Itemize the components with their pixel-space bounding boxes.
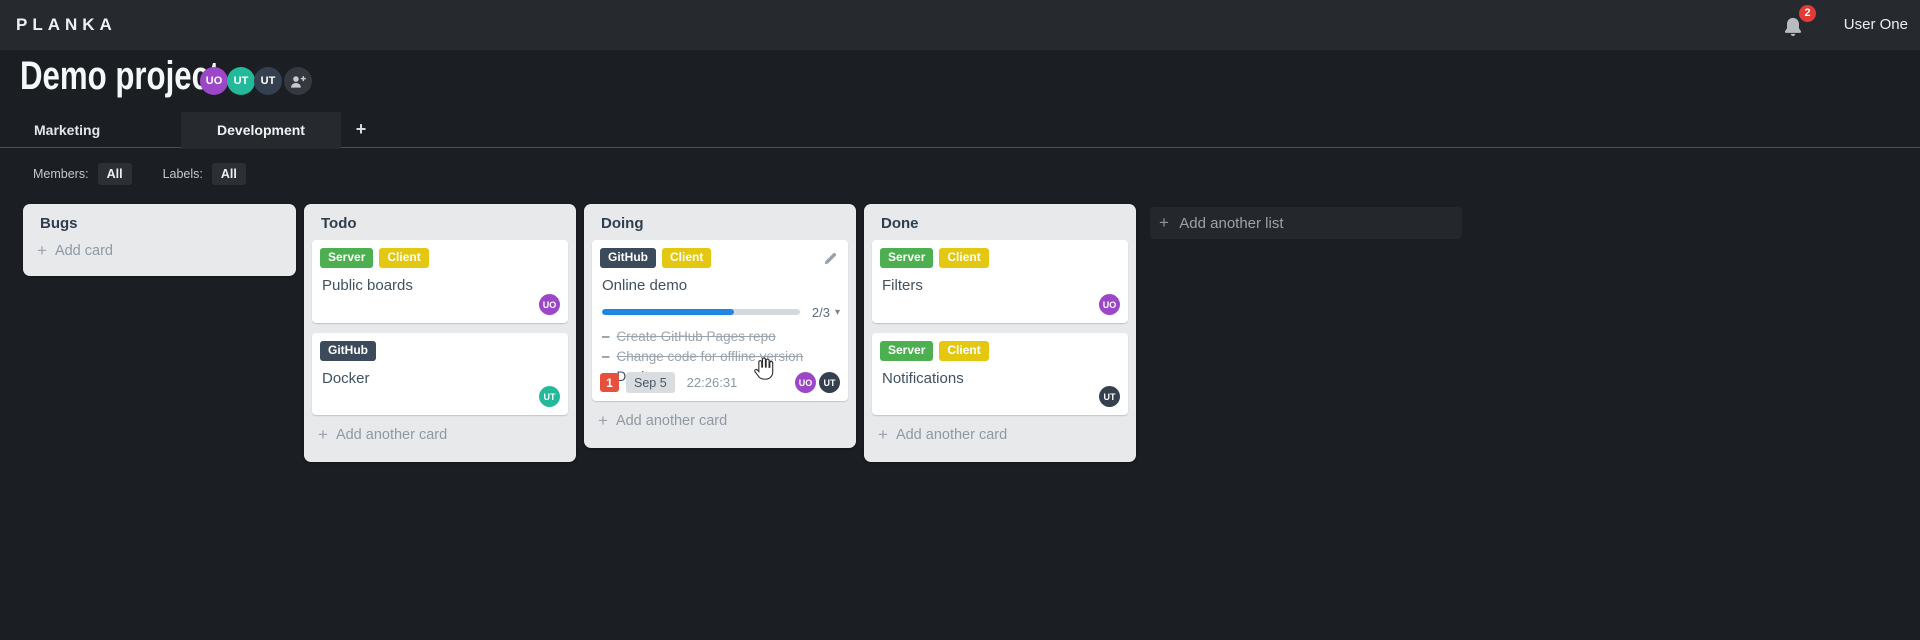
label-chip: Server [880, 341, 934, 361]
card-title: Docker [322, 369, 370, 387]
notifications-button[interactable]: 2 [1782, 5, 1816, 41]
user-menu[interactable]: User One [1844, 0, 1908, 50]
label-chip: Server [880, 248, 934, 268]
avatar[interactable]: UT [254, 67, 282, 95]
label-chip: GitHub [600, 248, 656, 268]
avatar[interactable]: UT [819, 372, 840, 393]
members-filter-label: Members: [33, 167, 89, 181]
plus-icon: + [37, 241, 47, 260]
card-labels: GitHub Client [600, 248, 840, 268]
task-item: – Create GitHub Pages repo [602, 327, 840, 347]
add-card-label: Add card [54, 243, 113, 259]
add-member-button[interactable] [284, 67, 312, 95]
add-board-button[interactable]: + [349, 112, 373, 148]
add-list-label: Add another list [1179, 215, 1284, 232]
members-filter-value[interactable]: All [97, 163, 132, 185]
card-members: UO [1099, 294, 1120, 315]
progress-bar [602, 309, 800, 316]
list-doing: Doing GitHub Client Online demo 2/3 ▾ – … [584, 204, 856, 448]
plus-icon: + [598, 411, 608, 430]
plus-icon: + [318, 425, 328, 444]
label-chip: Server [320, 248, 374, 268]
label-chip: GitHub [320, 341, 376, 361]
label-chip: Client [939, 341, 989, 361]
tab-development[interactable]: Development [181, 112, 341, 149]
card-title: Notifications [882, 369, 964, 387]
planka-logo: PLANKA [16, 15, 117, 34]
card-title: Online demo [602, 276, 688, 294]
plus-icon: + [1159, 213, 1169, 232]
card-labels: GitHub [320, 341, 560, 361]
list-bugs: Bugs + Add card [23, 204, 296, 276]
label-chip: Client [939, 248, 989, 268]
stopwatch-value[interactable]: 22:26:31 [687, 375, 738, 390]
card-labels: Server Client [880, 248, 1120, 268]
list-title[interactable]: Doing [601, 215, 848, 232]
card-title: Filters [882, 276, 923, 294]
card-members: UT [1099, 386, 1120, 407]
progress-count: 2/3 [811, 304, 830, 320]
board-tabs: Marketing Development + [0, 112, 1920, 149]
list-todo: Todo Server Client Public boards UO GitH… [304, 204, 576, 462]
progress-fill [602, 309, 734, 316]
add-card-button[interactable]: + Add another card [598, 411, 848, 431]
add-card-button[interactable]: + Add card [37, 241, 288, 261]
list-done: Done Server Client Filters UO Server Cli… [864, 204, 1136, 462]
avatar[interactable]: UO [1099, 294, 1120, 315]
add-card-label: Add another card [895, 427, 1008, 443]
task-item: – Change code for offline version [602, 347, 840, 367]
labels-filter-value[interactable]: All [211, 163, 246, 185]
card-labels: Server Client [320, 248, 560, 268]
top-bar: PLANKA 2 User One [0, 0, 1920, 50]
planka-app: PLANKA 2 User One Demo project UO UT UT … [0, 0, 1920, 640]
label-chip: Client [662, 248, 712, 268]
card-members: UO [539, 294, 560, 315]
card-labels: Server Client [880, 341, 1120, 361]
filter-bar: Members: All Labels: All [33, 163, 277, 185]
add-card-button[interactable]: + Add another card [878, 425, 1128, 445]
avatar[interactable]: UT [1099, 386, 1120, 407]
card-title: Public boards [322, 276, 413, 294]
card-badges: 1 Sep 5 22:26:31 [600, 372, 737, 393]
user-add-icon [291, 75, 306, 88]
card-notifications[interactable]: Server Client Notifications UT [872, 333, 1128, 415]
page-title: Demo project [20, 54, 220, 98]
card-online-demo[interactable]: GitHub Client Online demo 2/3 ▾ – Create … [592, 240, 848, 401]
add-card-label: Add another card [615, 413, 728, 429]
dash-icon: – [602, 328, 610, 344]
notification-badge: 2 [1799, 5, 1816, 22]
labels-filter-label: Labels: [162, 167, 203, 181]
card-members: UT [539, 386, 560, 407]
avatar[interactable]: UO [539, 294, 560, 315]
avatar[interactable]: UO [795, 372, 816, 393]
dash-icon: – [602, 348, 610, 364]
list-title[interactable]: Done [881, 215, 1128, 232]
add-card-button[interactable]: + Add another card [318, 425, 568, 445]
plus-icon: + [878, 425, 888, 444]
avatar[interactable]: UT [539, 386, 560, 407]
caret-down-icon[interactable]: ▾ [835, 307, 840, 318]
add-card-label: Add another card [335, 427, 448, 443]
task-text: Create GitHub Pages repo [616, 328, 776, 344]
card-filters[interactable]: Server Client Filters UO [872, 240, 1128, 323]
pencil-icon [824, 252, 837, 265]
list-title[interactable]: Todo [321, 215, 568, 232]
hand-cursor-icon [754, 357, 774, 380]
avatar[interactable]: UT [227, 67, 255, 95]
tasks-progress: 2/3 ▾ [602, 305, 840, 320]
card-docker[interactable]: GitHub Docker UT [312, 333, 568, 415]
avatar[interactable]: UO [200, 67, 228, 95]
due-date-badge[interactable]: Sep 5 [626, 372, 675, 393]
card-notification-badge: 1 [600, 373, 619, 392]
list-title[interactable]: Bugs [40, 215, 288, 232]
card-public-boards[interactable]: Server Client Public boards UO [312, 240, 568, 323]
card-members: UO UT [795, 372, 840, 393]
project-members: UO UT UT [200, 67, 312, 95]
edit-card-button[interactable] [823, 251, 838, 271]
label-chip: Client [379, 248, 429, 268]
tab-marketing[interactable]: Marketing [34, 112, 100, 148]
add-list-button[interactable]: + Add another list [1150, 207, 1462, 239]
